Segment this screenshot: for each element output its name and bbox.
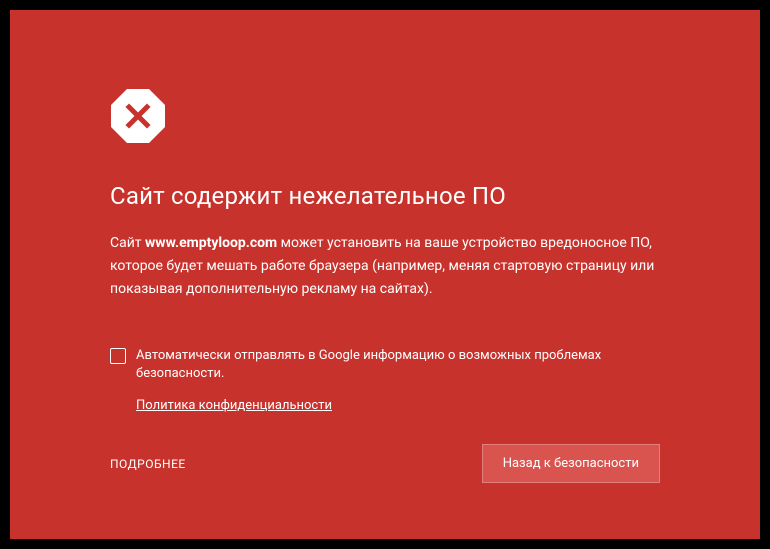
report-checkbox-label: Автоматически отправлять в Google информ…	[136, 347, 660, 383]
action-row: ПОДРОБНЕЕ Назад к безопасности	[110, 444, 660, 483]
warning-domain: www.emptyloop.com	[145, 235, 277, 251]
back-to-safety-button[interactable]: Назад к безопасности	[482, 444, 660, 483]
report-checkbox[interactable]	[110, 348, 126, 364]
danger-icon	[110, 88, 166, 144]
description-prefix: Сайт	[110, 235, 145, 251]
warning-heading: Сайт содержит нежелательное ПО	[110, 182, 660, 210]
details-link[interactable]: ПОДРОБНЕЕ	[110, 457, 186, 471]
warning-description: Сайт www.emptyloop.com может установить …	[110, 232, 660, 301]
report-checkbox-row: Автоматически отправлять в Google информ…	[110, 347, 660, 383]
page-container: Сайт содержит нежелательное ПО Сайт www.…	[0, 0, 770, 549]
warning-panel: Сайт содержит нежелательное ПО Сайт www.…	[10, 10, 760, 539]
privacy-policy-link[interactable]: Политика конфиденциальности	[136, 398, 332, 413]
